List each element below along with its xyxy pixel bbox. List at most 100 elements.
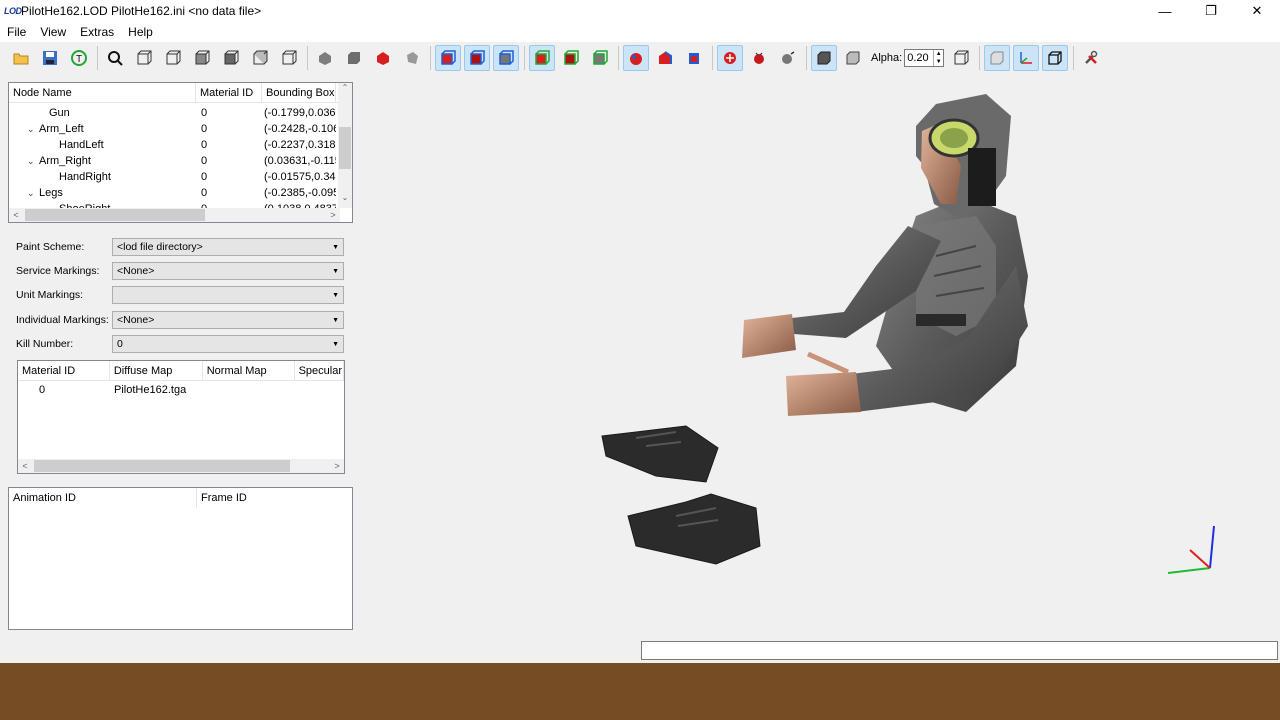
wire-cube-icon [166, 50, 181, 65]
col-frame-id[interactable]: Frame ID [197, 488, 277, 508]
bbox-blue-1-button[interactable] [435, 45, 461, 71]
view-right-button[interactable] [218, 45, 244, 71]
tree-row[interactable]: HandLeft 0 (-0.2237,0.3185 [9, 137, 352, 153]
material-id-cell: 0 [201, 155, 208, 167]
magnifier-icon [108, 51, 123, 66]
show-bounds-button[interactable] [984, 45, 1011, 71]
view-bottom-button[interactable] [276, 45, 302, 71]
scroll-right-icon[interactable]: > [330, 461, 344, 471]
transparent-box-button[interactable] [840, 45, 866, 71]
tree-row[interactable]: ⌄ Arm_Right 0 (0.03631,-0.115 [9, 153, 352, 169]
view-left-button[interactable] [189, 45, 215, 71]
col-material-id[interactable]: Material ID [196, 83, 262, 103]
view-top-button[interactable] [247, 45, 273, 71]
individual-markings-combo[interactable]: <None> ▼ [112, 311, 344, 329]
alpha-spin-arrows[interactable]: ▲ ▼ [933, 50, 943, 66]
menu-file[interactable]: File [0, 25, 33, 39]
close-button[interactable]: ✕ [1234, 0, 1280, 22]
node-name-cell: ⌄ Legs [9, 187, 196, 199]
unit-markings-combo[interactable]: ▼ [112, 286, 344, 304]
toolbar-separator [97, 46, 98, 70]
tree-row[interactable]: Gun 0 (-0.1799,0.0365 [9, 105, 352, 121]
menu-extras[interactable]: Extras [73, 25, 121, 39]
col-specular[interactable]: Specular [295, 361, 344, 381]
col-animation-id[interactable]: Animation ID [9, 488, 197, 508]
alpha-spinbox[interactable]: 0.20 ▲ ▼ [904, 49, 945, 67]
scroll-down-icon[interactable]: ⌄ [338, 193, 352, 202]
expander-chevron-icon[interactable]: ⌄ [27, 124, 39, 135]
col-bounding-box[interactable]: Bounding Box [262, 83, 336, 103]
light-2-button[interactable] [746, 45, 772, 71]
scroll-left-icon[interactable]: < [9, 210, 23, 220]
material-list-hscroll[interactable]: < > [18, 459, 344, 473]
tree-row[interactable]: HandRight 0 (-0.01575,0.345 [9, 169, 352, 185]
bbox-blue-3-button[interactable] [493, 45, 519, 71]
scroll-thumb[interactable] [34, 460, 290, 472]
tree-row[interactable]: ShoeRight0(0.1038,0.4837 [9, 201, 352, 208]
expander-chevron-icon[interactable]: ⌄ [27, 156, 39, 167]
node-tree-hscroll[interactable]: < > [9, 208, 340, 222]
col-diffuse-map[interactable]: Diffuse Map [110, 361, 203, 381]
menu-view[interactable]: View [33, 25, 73, 39]
bbox-green-3-button[interactable] [587, 45, 613, 71]
rgb-box-icon [689, 53, 699, 64]
render-smooth-button[interactable] [399, 45, 425, 71]
pilot-shoes [601, 425, 761, 565]
toolbar-separator [524, 46, 525, 70]
window-title: PilotHe162.LOD PilotHe162.ini <no data f… [21, 4, 262, 18]
floppy-icon [43, 51, 57, 65]
menu-help[interactable]: Help [121, 25, 160, 39]
material-id-cell: 0 [201, 123, 208, 135]
save-button[interactable] [37, 45, 63, 71]
col-normal-map[interactable]: Normal Map [203, 361, 295, 381]
service-markings-combo[interactable]: <None> ▼ [112, 262, 344, 280]
render-solid-button[interactable] [312, 45, 338, 71]
texture-reload-button[interactable]: T [66, 45, 92, 71]
red-bug-icon [754, 52, 764, 64]
scroll-thumb[interactable] [339, 127, 351, 169]
view-back-button[interactable] [160, 45, 186, 71]
minimize-button[interactable]: — [1142, 0, 1188, 22]
paint-scheme-combo[interactable]: <lod file directory> ▼ [112, 238, 344, 256]
bbox-green-1-button[interactable] [529, 45, 555, 71]
toolbar-separator [979, 46, 981, 70]
render-flat-button[interactable] [341, 45, 367, 71]
node-name: Gun [49, 107, 70, 119]
tree-row[interactable]: ⌄ Legs 0 (-0.2385,-0.095 [9, 185, 352, 201]
light-3-button[interactable] [775, 45, 801, 71]
mesh-view-3-button[interactable] [681, 45, 707, 71]
scroll-up-icon[interactable]: ⌃ [338, 83, 352, 97]
show-axes-button[interactable] [1013, 45, 1040, 71]
material-row[interactable]: 0 PilotHe162.tga [18, 381, 344, 399]
diffuse-map-cell: PilotHe162.tga [114, 384, 187, 396]
3d-viewport[interactable] [356, 76, 1280, 630]
render-textured-button[interactable] [370, 45, 396, 71]
status-field[interactable] [641, 641, 1278, 660]
node-name-cell: Gun [9, 107, 196, 119]
red-blob-icon [630, 53, 642, 65]
kill-number-combo[interactable]: 0 ▼ [112, 335, 344, 353]
node-tree-vscroll[interactable]: ⌃ ⌄ [338, 83, 352, 208]
tree-row[interactable]: ⌄ Arm_Left 0 (-0.2428,-0.106 [9, 121, 352, 137]
mesh-view-2-button[interactable] [652, 45, 678, 71]
restore-button[interactable]: ❐ [1188, 0, 1234, 22]
col-node-name[interactable]: Node Name [9, 83, 196, 103]
perspective-button[interactable] [1042, 45, 1069, 71]
scroll-right-icon[interactable]: > [326, 210, 340, 220]
light-1-button[interactable] [717, 45, 743, 71]
view-front-button[interactable] [131, 45, 157, 71]
bbox-blue-2-button[interactable] [464, 45, 490, 71]
expander-chevron-icon[interactable]: ⌄ [27, 188, 39, 199]
window-controls: — ❐ ✕ [1142, 0, 1280, 22]
bbox-green-2-button[interactable] [558, 45, 584, 71]
settings-tools-button[interactable] [1078, 45, 1104, 71]
wireframe-box-button[interactable] [948, 45, 974, 71]
zoom-fit-button[interactable] [102, 45, 128, 71]
scroll-thumb[interactable] [25, 209, 205, 221]
solid-box-button[interactable] [811, 45, 837, 71]
node-name: HandRight [59, 171, 111, 183]
mesh-view-1-button[interactable] [623, 45, 649, 71]
open-button[interactable] [8, 45, 34, 71]
col-material-id[interactable]: Material ID [18, 361, 110, 381]
scroll-left-icon[interactable]: < [18, 461, 32, 471]
